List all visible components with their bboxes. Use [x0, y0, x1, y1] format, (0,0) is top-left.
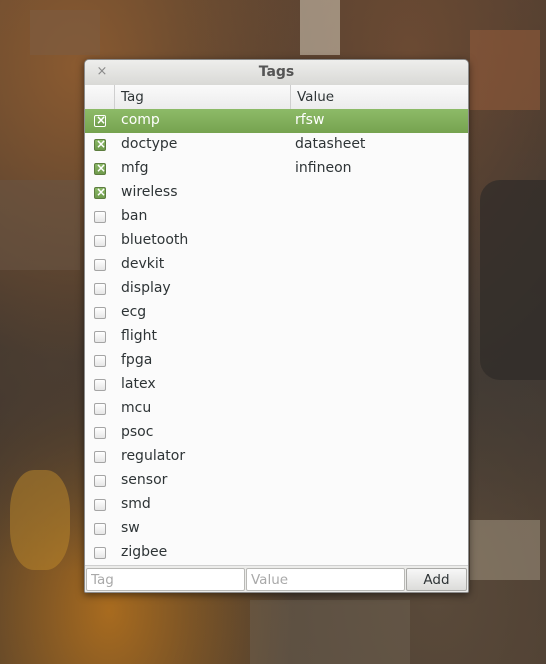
tag-row[interactable]: ecg — [85, 301, 468, 325]
tag-value: datasheet — [295, 136, 366, 152]
tag-row[interactable]: sensor — [85, 469, 468, 493]
tag-row[interactable]: wireless — [85, 181, 468, 205]
tag-checkbox[interactable] — [94, 283, 106, 295]
tag-checkbox[interactable] — [94, 112, 106, 128]
background-tower — [300, 0, 340, 55]
tag-checkbox[interactable] — [94, 499, 106, 511]
tag-checkbox[interactable] — [94, 523, 106, 535]
tag-checkbox[interactable] — [94, 307, 106, 319]
tag-checkbox[interactable] — [94, 379, 106, 391]
tag-name: comp — [121, 112, 160, 128]
tag-input[interactable] — [86, 568, 245, 591]
tag-name: bluetooth — [121, 232, 189, 248]
tag-list: comp rfsw doctype datasheet mfg infineon wirel… — [85, 109, 468, 565]
header-tag-column[interactable]: Tag — [115, 85, 291, 109]
tag-checkbox[interactable] — [94, 547, 106, 559]
header-value-column[interactable]: Value — [291, 85, 468, 109]
tag-checkbox[interactable] — [94, 211, 106, 223]
tag-checkbox[interactable] — [94, 160, 106, 176]
tag-name: devkit — [121, 256, 165, 272]
tag-row[interactable]: comp rfsw — [85, 109, 468, 133]
dialog-title: Tags — [258, 64, 295, 80]
tag-checkbox[interactable] — [94, 355, 106, 367]
tag-name: ban — [121, 208, 148, 224]
header-checkbox-column[interactable] — [85, 85, 115, 109]
tag-name: flight — [121, 328, 157, 344]
background-building — [30, 10, 100, 55]
tag-value: infineon — [295, 160, 352, 176]
tag-row[interactable]: regulator — [85, 445, 468, 469]
tag-checkbox[interactable] — [94, 403, 106, 415]
tag-checkbox[interactable] — [94, 184, 106, 200]
tag-row[interactable]: devkit — [85, 253, 468, 277]
tag-name: smd — [121, 496, 151, 512]
background-crates — [470, 520, 540, 580]
tag-name: ecg — [121, 304, 147, 320]
tag-name: mcu — [121, 400, 152, 416]
tag-row[interactable]: mfg infineon — [85, 157, 468, 181]
tag-checkbox[interactable] — [94, 136, 106, 152]
tag-row[interactable]: flight — [85, 325, 468, 349]
tag-row[interactable]: zigbee — [85, 541, 468, 565]
tag-row[interactable]: bluetooth — [85, 229, 468, 253]
tag-row[interactable]: fpga — [85, 349, 468, 373]
tag-row[interactable]: smd — [85, 493, 468, 517]
background-building — [470, 30, 540, 110]
tag-checkbox[interactable] — [94, 235, 106, 247]
tag-row[interactable]: psoc — [85, 421, 468, 445]
tag-row[interactable]: display — [85, 277, 468, 301]
tag-name: regulator — [121, 448, 186, 464]
background-airship — [480, 180, 546, 380]
tag-row[interactable]: ban — [85, 205, 468, 229]
tag-row[interactable]: sw — [85, 517, 468, 541]
value-input[interactable] — [246, 568, 405, 591]
tag-name: latex — [121, 376, 156, 392]
tag-checkbox[interactable] — [94, 451, 106, 463]
tag-name: display — [121, 280, 171, 296]
tag-name: wireless — [121, 184, 178, 200]
tag-name: zigbee — [121, 544, 168, 560]
tags-dialog: × Tags Tag Value comp rfsw doctype datashee… — [84, 59, 469, 593]
tag-row[interactable]: doctype datasheet — [85, 133, 468, 157]
background-building — [0, 180, 80, 270]
tag-name: psoc — [121, 424, 154, 440]
title-bar[interactable]: × Tags — [85, 60, 468, 86]
tag-checkbox[interactable] — [94, 427, 106, 439]
tag-checkbox[interactable] — [94, 331, 106, 343]
tag-name: sw — [121, 520, 140, 536]
tag-name: doctype — [121, 136, 178, 152]
background-tree — [10, 470, 70, 570]
tag-checkbox[interactable] — [94, 475, 106, 487]
tag-row[interactable]: latex — [85, 373, 468, 397]
add-button[interactable]: Add — [406, 568, 467, 591]
tag-value: rfsw — [295, 112, 325, 128]
background-ground — [250, 600, 410, 664]
tag-name: fpga — [121, 352, 153, 368]
tag-checkbox[interactable] — [94, 259, 106, 271]
tag-name: sensor — [121, 472, 168, 488]
tag-row[interactable]: mcu — [85, 397, 468, 421]
add-tag-bar: Add — [85, 565, 468, 592]
tag-name: mfg — [121, 160, 149, 176]
table-header: Tag Value — [85, 85, 468, 110]
